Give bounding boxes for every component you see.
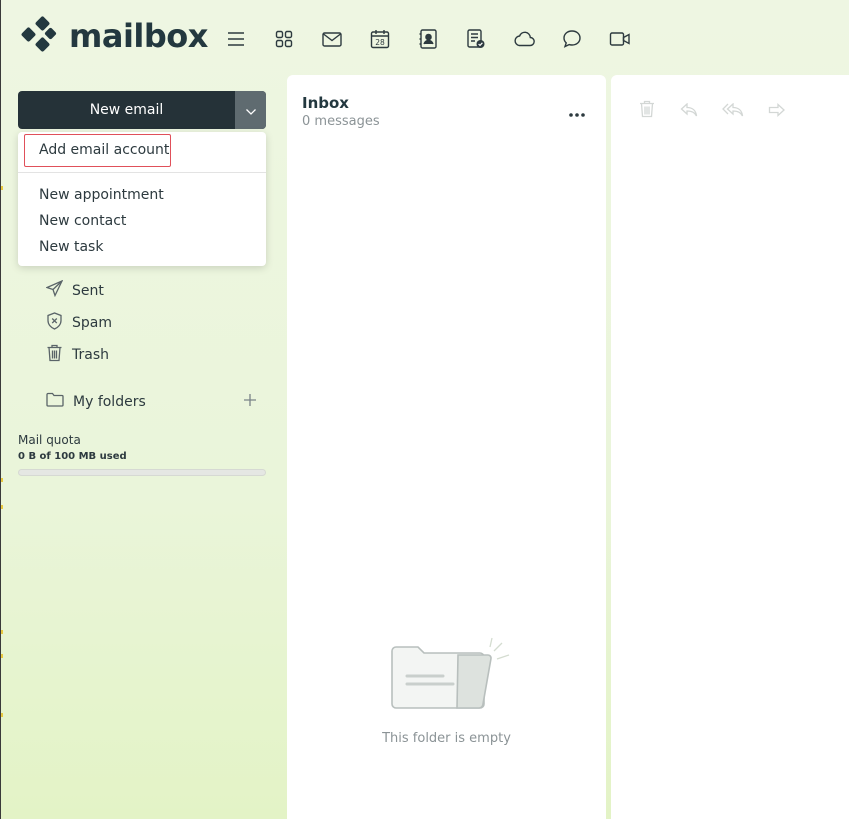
folder-title: Inbox	[302, 94, 349, 112]
chevron-down-icon	[245, 101, 257, 120]
calendar-icon[interactable]: 28	[368, 27, 392, 51]
add-folder-button[interactable]	[241, 391, 259, 409]
menu-divider	[18, 172, 266, 173]
folder-trash[interactable]: Trash	[46, 344, 109, 366]
shield-x-icon	[46, 312, 63, 334]
new-email-dropdown-toggle[interactable]	[235, 91, 266, 129]
chat-icon[interactable]	[560, 27, 584, 51]
folder-my-folders[interactable]: My folders	[46, 392, 146, 411]
folder-label: Trash	[72, 347, 109, 363]
reply-all-button[interactable]	[722, 101, 744, 121]
calendar-day-number: 28	[375, 38, 385, 47]
message-count: 0 messages	[302, 114, 380, 129]
folder-label: Spam	[72, 315, 112, 331]
forward-button[interactable]	[767, 101, 787, 121]
add-email-account-item[interactable]: Add email account	[39, 142, 169, 158]
quota-used-text: 0 B of 100 MB used	[18, 451, 127, 462]
tasks-icon[interactable]	[464, 27, 488, 51]
reply-button[interactable]	[679, 101, 699, 121]
video-icon[interactable]	[608, 27, 632, 51]
trash-icon	[639, 100, 655, 122]
reply-icon	[680, 102, 698, 121]
top-bar: mailbox 28	[1, 0, 849, 76]
new-email-button[interactable]: New email	[18, 91, 235, 129]
folder-icon	[46, 392, 64, 411]
new-appointment-item[interactable]: New appointment	[39, 187, 164, 203]
folder-spam[interactable]: Spam	[46, 312, 112, 334]
plus-icon	[241, 394, 259, 413]
reading-pane	[611, 75, 849, 819]
new-email-dropdown-menu: Add email account New appointment New co…	[18, 132, 266, 266]
folder-sent[interactable]: Sent	[45, 279, 104, 301]
mail-icon[interactable]	[320, 27, 344, 51]
message-list-panel: Inbox 0 messages This folder is empty	[287, 75, 606, 819]
delete-button[interactable]	[637, 100, 657, 122]
logo[interactable]: mailbox	[21, 15, 208, 57]
cloud-icon[interactable]	[512, 27, 536, 51]
quota-title: Mail quota	[18, 433, 81, 447]
folder-label: Sent	[72, 282, 104, 299]
logo-mark-icon	[21, 15, 59, 57]
contacts-icon[interactable]	[416, 27, 440, 51]
new-email-split-button: New email	[18, 91, 266, 129]
empty-folder-message: This folder is empty	[382, 731, 511, 746]
menu-icon[interactable]	[224, 27, 248, 51]
empty-folder-illustration	[387, 637, 512, 716]
folder-label: My folders	[73, 393, 146, 410]
sidebar: New email Add email account New appointm…	[1, 76, 283, 819]
more-horizontal-icon	[568, 103, 586, 122]
forward-icon	[768, 102, 786, 121]
send-icon	[45, 279, 64, 301]
new-task-item[interactable]: New task	[39, 239, 103, 255]
quota-bar	[18, 469, 266, 476]
apps-icon[interactable]	[272, 27, 296, 51]
reply-all-icon	[722, 102, 744, 121]
new-contact-item[interactable]: New contact	[39, 213, 126, 229]
logo-text: mailbox	[69, 17, 208, 55]
more-options-button[interactable]	[568, 103, 586, 117]
trash-icon	[46, 344, 63, 366]
